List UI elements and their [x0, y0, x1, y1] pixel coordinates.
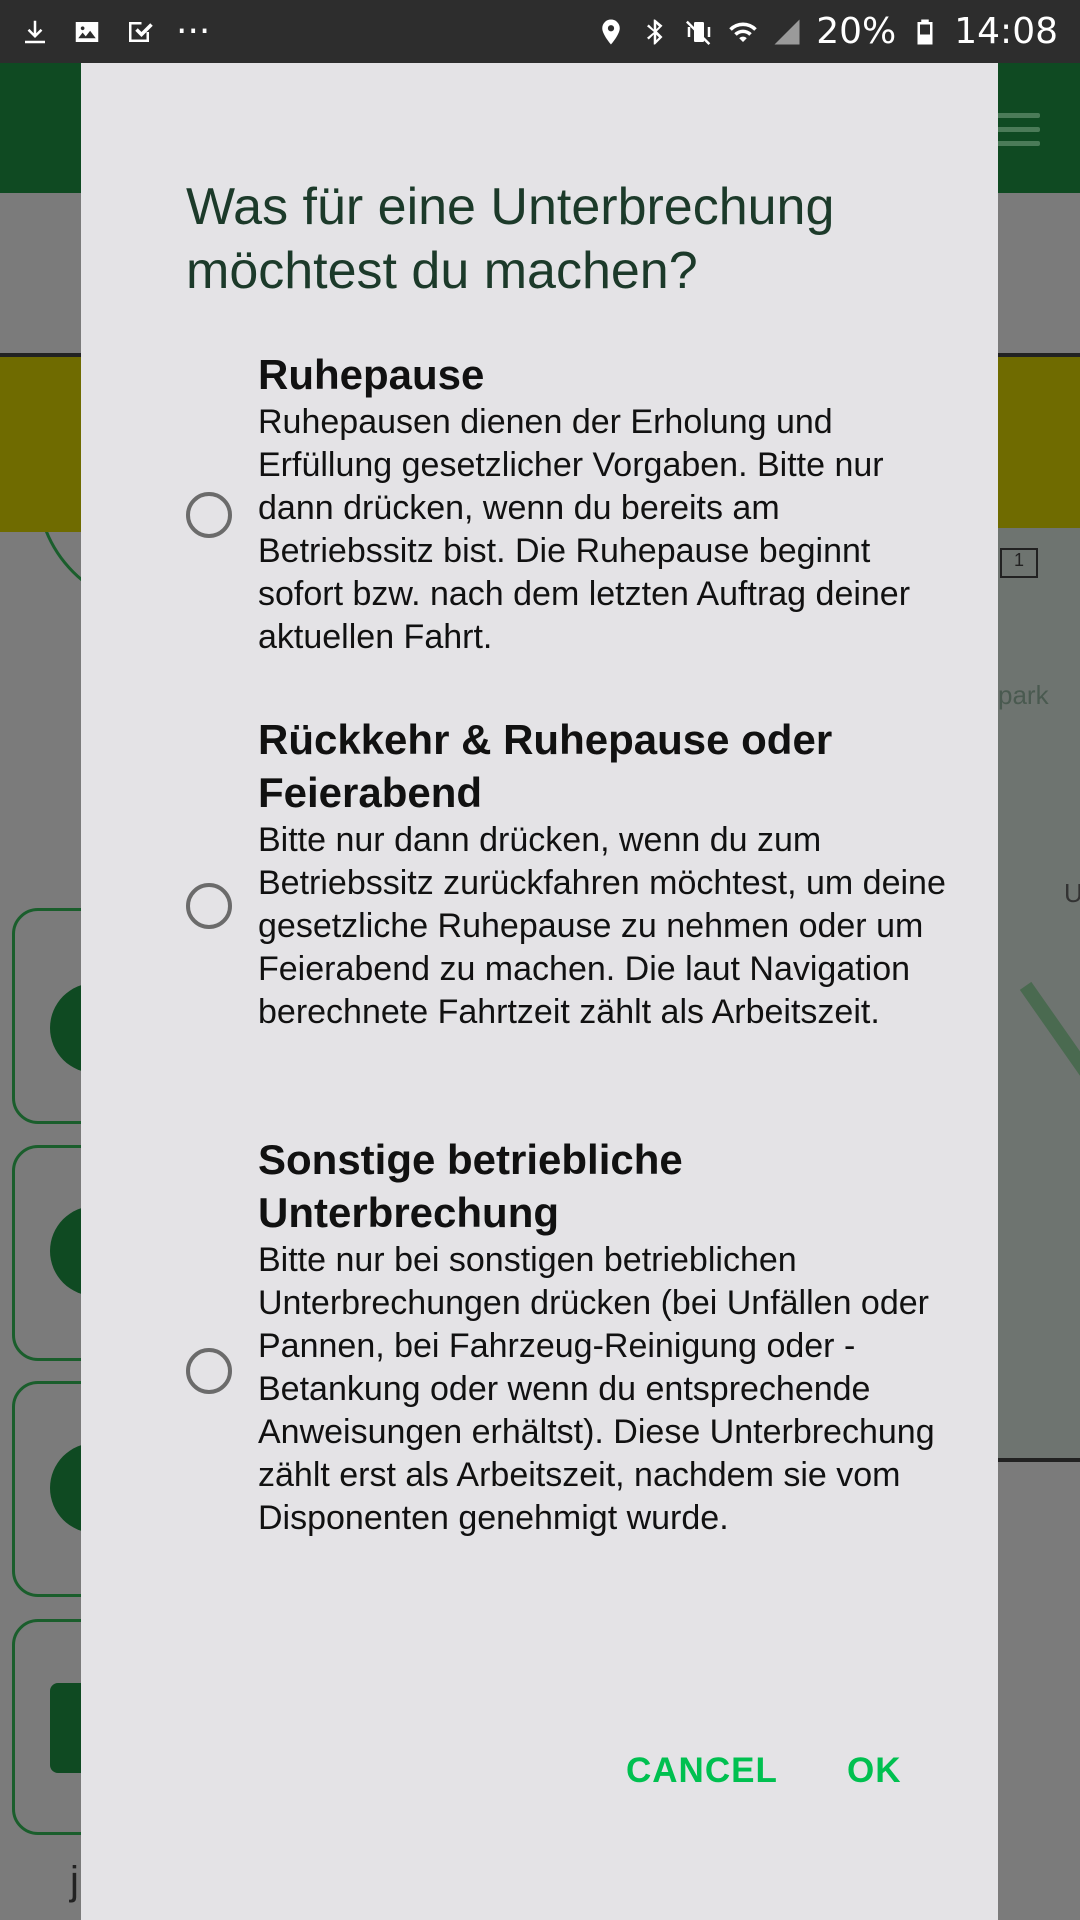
vibrate-mute-icon [684, 17, 714, 47]
map-label: park [998, 680, 1049, 710]
radio-button[interactable] [186, 883, 232, 929]
option-description: Bitte nur bei sonstigen betrieblichen Un… [258, 1241, 935, 1537]
download-icon [20, 17, 50, 47]
option-title: Sonstige betriebliche Unterbrechung [258, 1136, 683, 1236]
option-text: Rückkehr & Ruhepause oder Feierabend Bit… [258, 713, 958, 1034]
more-notifications-icon: ··· [176, 11, 211, 52]
option-sonstige[interactable]: Sonstige betriebliche Unterbrechung Bitt… [186, 1133, 966, 1643]
map-badge: 1 [1000, 548, 1038, 578]
signal-icon [772, 17, 802, 47]
ok-button[interactable]: OK [837, 1741, 912, 1801]
wifi-icon [728, 17, 758, 47]
map-letter: U [1064, 878, 1080, 908]
bluetooth-icon [640, 17, 670, 47]
background-text: j [70, 1859, 79, 1903]
location-icon [596, 17, 626, 47]
interruption-dialog: Was für eine Unterbrechung möchtest du m… [81, 63, 998, 1920]
status-bar: ··· 20% 14:08 [0, 0, 1080, 63]
option-description: Bitte nur dann drücken, wenn du zum Betr… [258, 821, 946, 1031]
map-road [1019, 981, 1080, 1089]
status-bar-right: 20% 14:08 [596, 11, 1080, 52]
image-icon [72, 17, 102, 47]
option-description: Ruhepausen dienen der Erholung und Erfül… [258, 403, 911, 656]
clock: 14:08 [954, 11, 1058, 52]
battery-icon [910, 17, 940, 47]
option-title: Ruhepause [258, 351, 485, 398]
option-text: Sonstige betriebliche Unterbrechung Bitt… [258, 1133, 958, 1540]
battery-percent: 20% [816, 11, 897, 52]
radio-button[interactable] [186, 492, 232, 538]
check-icon [124, 17, 154, 47]
option-ruhepause[interactable]: Ruhepause Ruhepausen dienen der Erholung… [186, 348, 966, 658]
menu-icon [996, 113, 1040, 155]
dialog-title: Was für eine Unterbrechung möchtest du m… [186, 178, 835, 300]
option-rueckkehr[interactable]: Rückkehr & Ruhepause oder Feierabend Bit… [186, 713, 966, 1133]
cancel-button[interactable]: CANCEL [616, 1741, 788, 1801]
option-text: Ruhepause Ruhepausen dienen der Erholung… [258, 348, 958, 659]
option-title: Rückkehr & Ruhepause oder Feierabend [258, 716, 833, 816]
status-bar-left: ··· [0, 11, 210, 52]
radio-button[interactable] [186, 1348, 232, 1394]
